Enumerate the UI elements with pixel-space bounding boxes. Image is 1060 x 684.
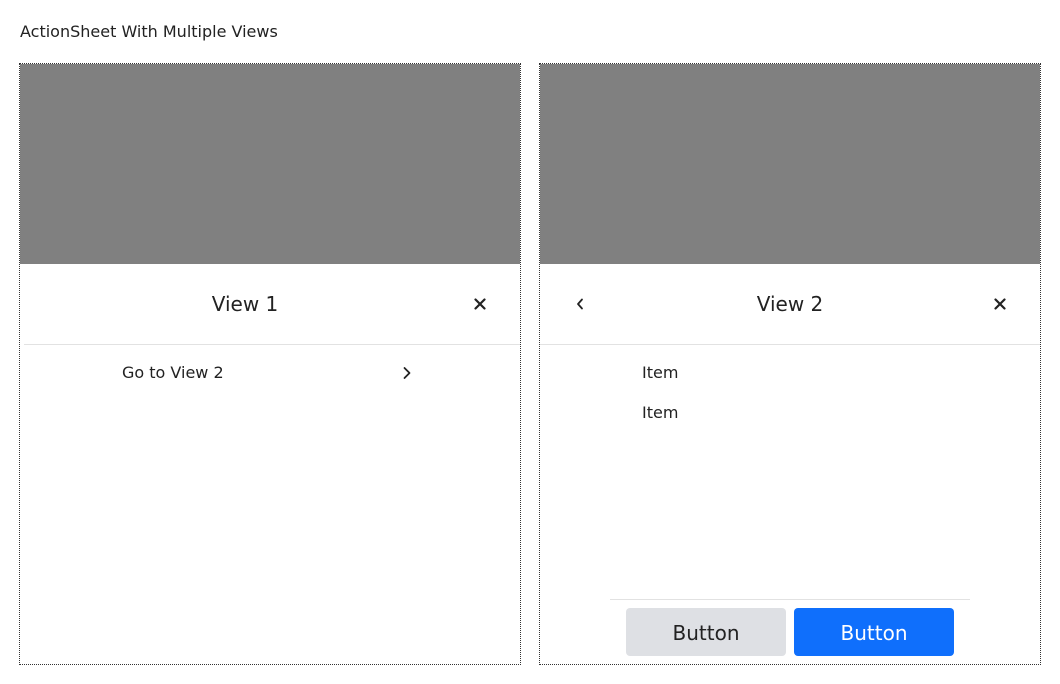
backdrop-overlay[interactable] bbox=[20, 64, 520, 264]
close-icon bbox=[994, 298, 1006, 310]
close-button[interactable] bbox=[984, 288, 1016, 320]
header-divider bbox=[540, 344, 1040, 345]
go-to-view-2-item[interactable]: Go to View 2 bbox=[122, 361, 414, 385]
list-item: Item bbox=[642, 363, 679, 382]
sheet-title: View 1 bbox=[211, 292, 279, 316]
footer-divider bbox=[610, 599, 970, 600]
page-title: ActionSheet With Multiple Views bbox=[20, 22, 278, 41]
backdrop-overlay[interactable] bbox=[540, 64, 1040, 264]
chevron-right-icon bbox=[403, 367, 411, 379]
actionsheet-frame-view-1: View 1 Go to View 2 bbox=[19, 63, 521, 665]
menu-item-label: Go to View 2 bbox=[122, 363, 224, 382]
sheet-header: View 1 bbox=[20, 264, 520, 344]
primary-button[interactable]: Button bbox=[794, 608, 954, 656]
close-button[interactable] bbox=[464, 288, 496, 320]
sheet-header: View 2 bbox=[540, 264, 1040, 344]
header-divider bbox=[24, 344, 520, 345]
sheet-title: View 2 bbox=[756, 292, 824, 316]
secondary-button[interactable]: Button bbox=[626, 608, 786, 656]
actionsheet-view-2: View 2 Item Item Button Button bbox=[540, 264, 1040, 664]
actionsheet-frame-view-2: View 2 Item Item Button Button bbox=[539, 63, 1041, 665]
close-icon bbox=[474, 298, 486, 310]
list-item: Item bbox=[642, 403, 679, 422]
actionsheet-view-1: View 1 Go to View 2 bbox=[20, 264, 520, 664]
